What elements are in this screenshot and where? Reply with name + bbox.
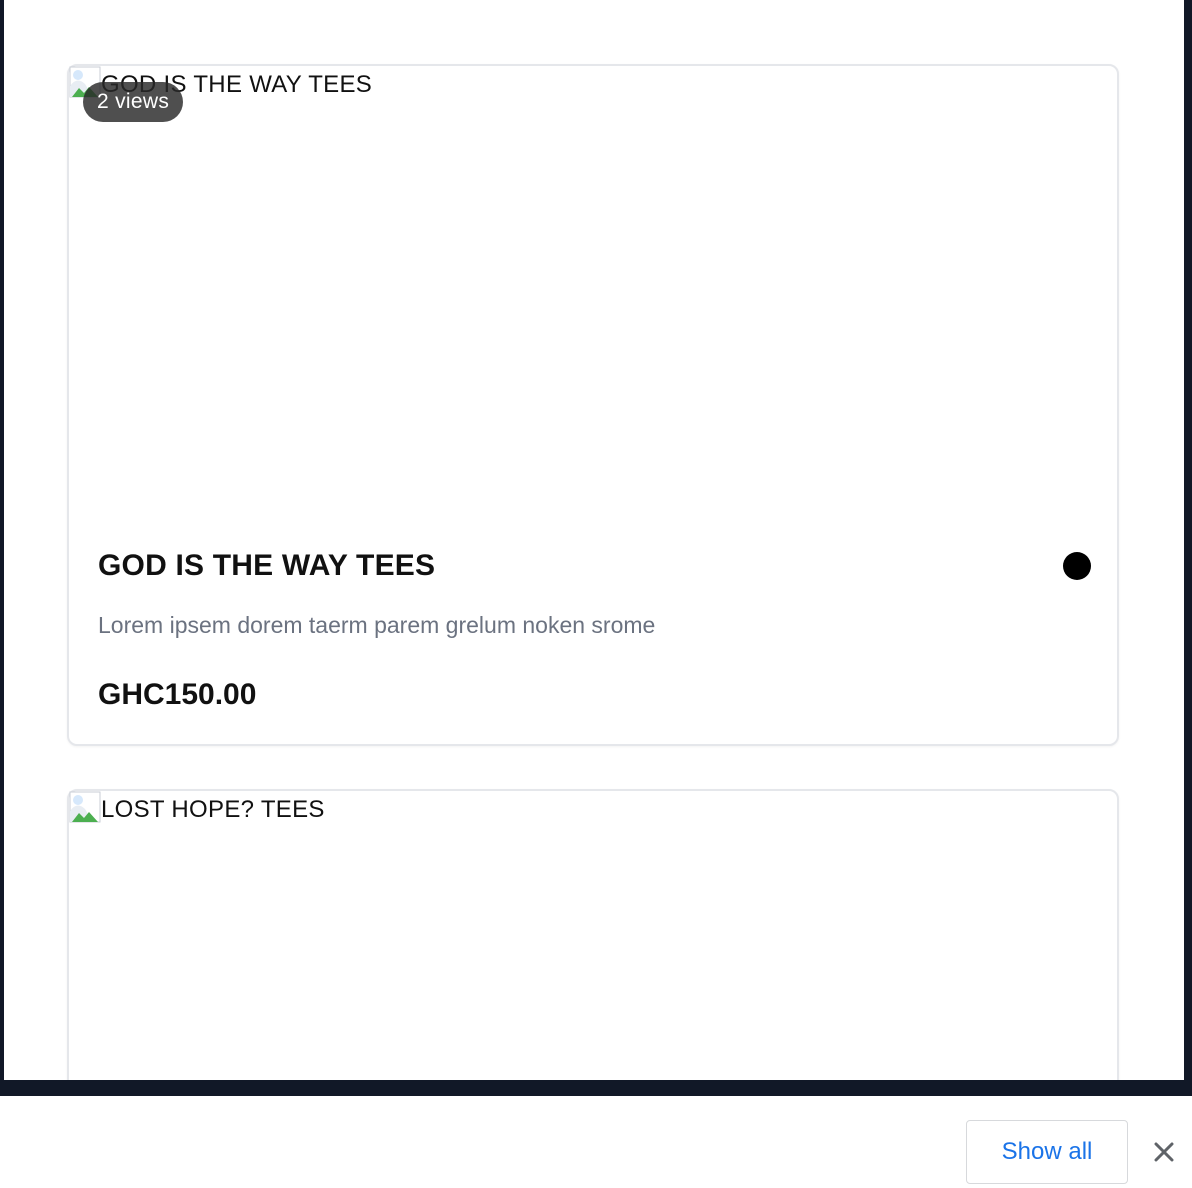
product-image-area[interactable]: LOST HOPE? TEES <box>69 791 1117 1080</box>
product-card[interactable]: GOD IS THE WAY TEES 2 views GOD IS THE W… <box>67 64 1119 746</box>
show-all-button[interactable]: Show all <box>966 1120 1128 1184</box>
browser-viewport-frame: GOD IS THE WAY TEES 2 views GOD IS THE W… <box>0 0 1192 1096</box>
product-card[interactable]: LOST HOPE? TEES <box>67 789 1119 1080</box>
views-badge: 2 views <box>83 82 184 122</box>
status-indicator-dot <box>1063 552 1091 580</box>
product-title[interactable]: GOD IS THE WAY TEES <box>98 548 435 584</box>
broken-image-icon <box>69 791 101 823</box>
product-image-area[interactable]: GOD IS THE WAY TEES 2 views <box>69 66 1117 506</box>
download-bar: Show all <box>0 1096 1192 1188</box>
page-content: GOD IS THE WAY TEES 2 views GOD IS THE W… <box>4 0 1184 1080</box>
close-button[interactable] <box>1148 1136 1180 1168</box>
close-icon <box>1154 1142 1174 1162</box>
product-description: Lorem ipsem dorem taerm parem grelum nok… <box>98 612 656 638</box>
product-image: LOST HOPE? TEES <box>69 791 325 824</box>
product-price: GHC150.00 <box>98 678 257 711</box>
product-image-alt-text: LOST HOPE? TEES <box>101 796 325 823</box>
